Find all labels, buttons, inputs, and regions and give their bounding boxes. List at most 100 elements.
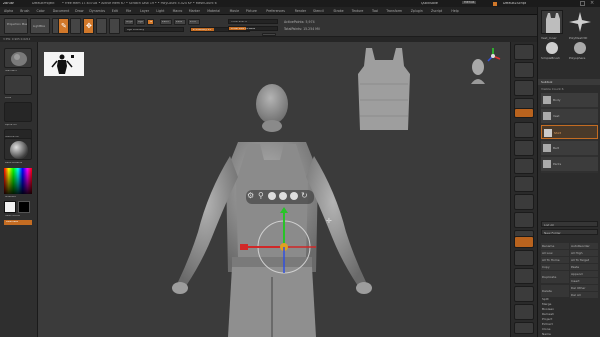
- stroke-dots-button[interactable]: [4, 75, 32, 95]
- floor-button[interactable]: [514, 158, 534, 174]
- scale-button[interactable]: [96, 18, 107, 34]
- list-all-button[interactable]: List All: [541, 221, 598, 227]
- menu-macro[interactable]: Macro: [173, 9, 183, 13]
- subtool-item[interactable]: Pants: [541, 157, 598, 171]
- alternate-button[interactable]: Alternate: [4, 220, 32, 225]
- subtool-item-selected[interactable]: Shirt: [541, 125, 598, 139]
- subtool-item[interactable]: Belt: [541, 141, 598, 155]
- gizmo-home-icon[interactable]: [268, 192, 276, 200]
- rotate-view-button[interactable]: [514, 236, 534, 248]
- m-button[interactable]: M: [147, 19, 154, 25]
- menu-zplugin[interactable]: Zplugin: [411, 9, 423, 13]
- brush-standard-button[interactable]: [4, 48, 32, 68]
- secondary-color-swatch[interactable]: [18, 201, 30, 213]
- close-icon[interactable]: ×: [590, 0, 594, 6]
- focal-shift-slider[interactable]: Focal Shift 0: [228, 19, 278, 24]
- window-maximize-icon[interactable]: [580, 1, 585, 6]
- merge-menu[interactable]: Merge: [542, 302, 551, 306]
- primary-color-swatch[interactable]: [4, 201, 16, 213]
- gizmo-gear-icon[interactable]: ⚙: [247, 191, 254, 200]
- menu-texture[interactable]: Texture: [352, 9, 364, 13]
- insert-button[interactable]: Insert: [570, 278, 598, 284]
- autoreorder-button[interactable]: AutoReorder: [570, 243, 598, 249]
- boolean-menu[interactable]: Boolean: [542, 307, 554, 311]
- extract-menu[interactable]: Extract: [542, 322, 553, 326]
- polyf-button[interactable]: [514, 250, 534, 266]
- all-high-button[interactable]: All High: [570, 250, 598, 256]
- move-view-button[interactable]: [514, 212, 534, 228]
- menu-color[interactable]: Color: [37, 9, 45, 13]
- solo-button[interactable]: [514, 304, 534, 320]
- scroll-button[interactable]: [514, 80, 534, 96]
- copy-button[interactable]: Copy: [541, 264, 569, 270]
- mrgb-button[interactable]: Mrgb: [124, 19, 134, 25]
- axis-orientation-gizmo[interactable]: [483, 46, 503, 66]
- name-menu[interactable]: Name: [542, 332, 551, 336]
- move-button[interactable]: ✥: [83, 18, 94, 34]
- all-low-button[interactable]: All Low: [541, 250, 569, 256]
- subtool-item[interactable]: Vest: [541, 109, 598, 123]
- remesh-menu[interactable]: Remesh: [542, 312, 554, 316]
- menu-picture[interactable]: Picture: [246, 9, 257, 13]
- menu-render[interactable]: Render: [295, 9, 306, 13]
- rgb-button[interactable]: Rgb: [136, 19, 145, 25]
- menu-transform[interactable]: Transform: [386, 9, 402, 13]
- xpose-button[interactable]: [514, 322, 534, 334]
- menu-help[interactable]: Help: [451, 9, 458, 13]
- edit-button[interactable]: ✎: [58, 18, 69, 34]
- lsym-button[interactable]: [514, 176, 534, 192]
- transp-button[interactable]: [514, 268, 534, 284]
- menu-material[interactable]: Material: [207, 9, 220, 13]
- clone-menu[interactable]: Clone: [542, 327, 551, 331]
- bpr-button[interactable]: [514, 44, 534, 60]
- lightbox-button[interactable]: LightBox: [30, 18, 50, 34]
- draw-button[interactable]: [70, 18, 81, 34]
- actual-button[interactable]: [514, 108, 534, 118]
- persp-button[interactable]: [514, 140, 534, 156]
- menu-movie[interactable]: Movie: [230, 9, 239, 13]
- delete-button[interactable]: Delete: [541, 285, 569, 297]
- gizmo-mask-icon[interactable]: [290, 192, 298, 200]
- subtool-header[interactable]: Subtool: [538, 79, 600, 85]
- gizmo-center-icon[interactable]: [279, 192, 287, 200]
- material-button[interactable]: [4, 138, 32, 160]
- spix-button[interactable]: [514, 62, 534, 78]
- alpha-off-button[interactable]: [4, 102, 32, 122]
- default-zscript[interactable]: DefaultZScript: [503, 2, 526, 5]
- ghost-button[interactable]: [514, 286, 534, 302]
- zadd-button[interactable]: Zadd: [160, 19, 172, 25]
- rgb-intensity-slider[interactable]: Rgb Intensity: [124, 27, 184, 32]
- menu-layer[interactable]: Layer: [140, 9, 149, 13]
- tool-thumb-vest[interactable]: [541, 10, 563, 34]
- rename-button[interactable]: Rename: [541, 243, 569, 249]
- menu-stroke[interactable]: Stroke: [333, 9, 343, 13]
- menu-dynamics[interactable]: Dynamics: [89, 9, 105, 13]
- del-other-button[interactable]: Del Other: [570, 285, 598, 291]
- gizmo-refresh-icon[interactable]: ↻: [301, 191, 308, 200]
- zcut-button[interactable]: Zcut: [188, 19, 200, 25]
- tool-thumb-simplebrush[interactable]: [541, 41, 563, 55]
- color-picker[interactable]: [4, 168, 32, 194]
- append-button[interactable]: Append: [570, 271, 598, 277]
- menu-draw[interactable]: Draw: [75, 9, 83, 13]
- menu-document[interactable]: Document: [53, 9, 70, 13]
- aahalf-button[interactable]: [514, 122, 534, 138]
- new-folder-button[interactable]: New Folder: [541, 229, 598, 235]
- dynamic-button[interactable]: [262, 33, 276, 36]
- all-to-home-button[interactable]: All To Home: [541, 257, 569, 263]
- zsub-button[interactable]: Zsub: [174, 19, 186, 25]
- subtool-item[interactable]: Body: [541, 93, 598, 107]
- split-menu[interactable]: Split: [542, 297, 549, 301]
- menus-toggle[interactable]: Menus: [462, 1, 477, 5]
- menu-preferences[interactable]: Preferences: [266, 9, 285, 13]
- quicksave-button[interactable]: QuickSave: [421, 2, 438, 5]
- canvas-viewport[interactable]: ⚙ ⚲ ↻ ✛: [38, 42, 510, 337]
- menu-light[interactable]: Light: [156, 9, 164, 13]
- draw-size-slider[interactable]: Draw Size 78.4899: [228, 26, 278, 31]
- menu-alpha[interactable]: Alpha: [4, 9, 13, 13]
- menu-stencil[interactable]: Stencil: [313, 9, 324, 13]
- frame-button[interactable]: [514, 194, 534, 210]
- menu-brush[interactable]: Brush: [20, 9, 29, 13]
- gizmo-link-icon[interactable]: ⚲: [258, 191, 264, 200]
- rotate-button[interactable]: [109, 18, 120, 34]
